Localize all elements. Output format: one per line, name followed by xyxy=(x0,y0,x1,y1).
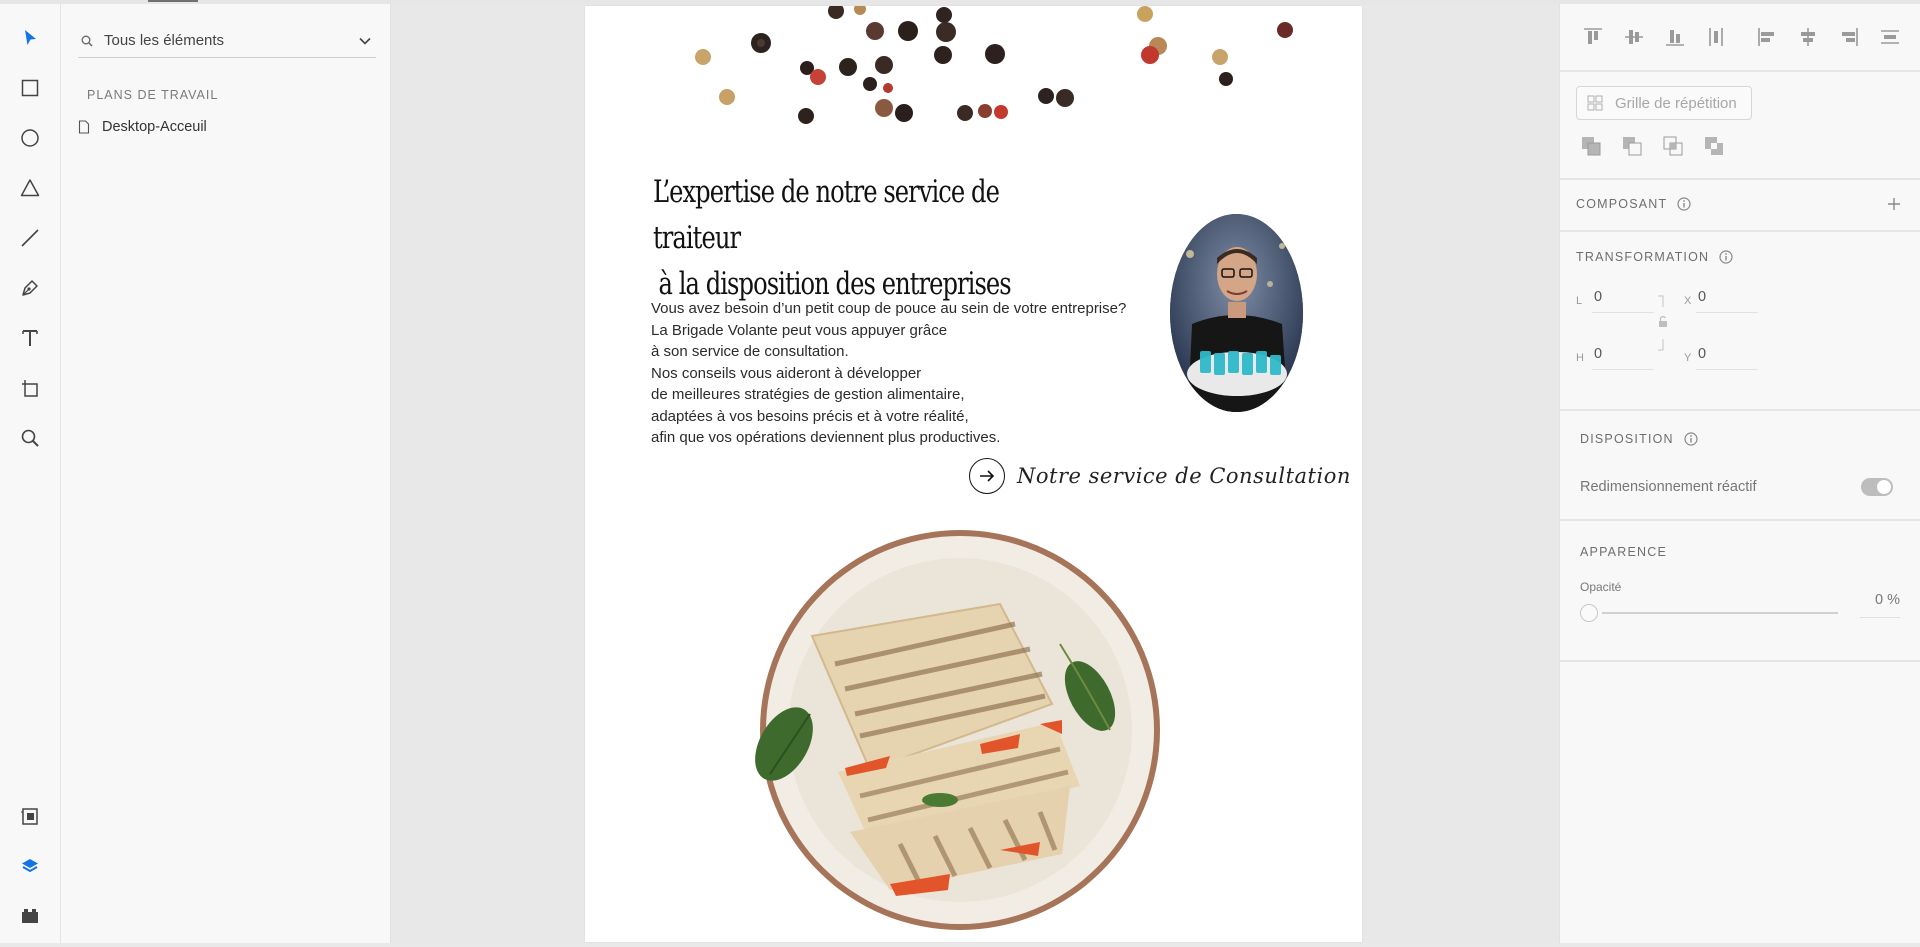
headline-line-1: L’expertise de notre service de traiteur xyxy=(653,174,1000,256)
add-component-icon[interactable] xyxy=(1886,196,1902,212)
boolean-ops-toolbar xyxy=(1580,135,1744,157)
search-icon xyxy=(80,34,94,48)
info-icon[interactable] xyxy=(1684,432,1698,446)
align-toolbar xyxy=(1582,26,1920,48)
boolean-subtract-icon[interactable] xyxy=(1621,135,1643,157)
body-line: adaptées à vos besoins précis et à votre… xyxy=(651,407,969,425)
divider xyxy=(1560,70,1920,72)
align-left-icon[interactable] xyxy=(1756,26,1778,48)
distribute-vertical-icon[interactable] xyxy=(1705,26,1727,48)
peppercorns-image xyxy=(695,6,1293,124)
consultation-link-label: Notre service de Consultation xyxy=(1017,464,1351,488)
height-field[interactable]: 0 xyxy=(1592,346,1654,370)
toggle-knob xyxy=(1877,480,1891,494)
lock-aspect-icon[interactable] xyxy=(1657,295,1669,351)
x-label: X xyxy=(1684,295,1692,307)
artboard-tool-icon[interactable] xyxy=(18,376,42,400)
polygon-tool-icon[interactable] xyxy=(18,176,42,200)
properties-panel: Grille de répétition COMPOSANT TRANSFORM… xyxy=(1559,4,1920,947)
opacity-field[interactable]: 0 % xyxy=(1860,592,1900,618)
component-section-title: COMPOSANT xyxy=(1576,197,1691,211)
align-center-icon[interactable] xyxy=(1797,26,1819,48)
align-bottom-icon[interactable] xyxy=(1664,26,1686,48)
waiter-portrait-image xyxy=(1170,214,1303,412)
component-title-text: COMPOSANT xyxy=(1576,197,1668,211)
boolean-add-icon[interactable] xyxy=(1580,135,1602,157)
info-icon[interactable] xyxy=(1719,250,1733,264)
align-right-icon[interactable] xyxy=(1838,26,1860,48)
body-line: Nos conseils vous aideront à développer xyxy=(651,364,922,382)
transform-title-text: TRANSFORMATION xyxy=(1576,250,1710,264)
body-line: de meilleures stratégies de gestion alim… xyxy=(651,386,965,403)
body-line: La Brigade Volante peut vous appuyer grâ… xyxy=(651,321,948,339)
divider xyxy=(1560,230,1920,232)
text-tool-icon[interactable] xyxy=(18,326,42,350)
responsive-resize-toggle[interactable] xyxy=(1861,478,1893,496)
design-canvas[interactable]: L’expertise de notre service de traiteur… xyxy=(391,4,1559,947)
consultation-link[interactable]: Notre service de Consultation xyxy=(969,458,1351,494)
layout-title-text: DISPOSITION xyxy=(1580,432,1674,446)
x-field[interactable]: 0 xyxy=(1696,289,1758,313)
artboard-list-item[interactable]: Desktop-Acceuil xyxy=(78,116,207,138)
align-middle-icon[interactable] xyxy=(1623,26,1645,48)
layout-section-title: DISPOSITION xyxy=(1580,432,1698,446)
transform-section-title: TRANSFORMATION xyxy=(1576,250,1733,264)
rectangle-tool-icon[interactable] xyxy=(18,76,42,100)
boolean-exclude-icon[interactable] xyxy=(1703,135,1725,157)
y-label: Y xyxy=(1684,352,1692,364)
layers-panel: Tous les éléments PLANS DE TRAVAIL Deskt… xyxy=(62,4,391,947)
divider xyxy=(1560,519,1920,521)
assets-icon[interactable] xyxy=(18,804,42,828)
section-title-artboards: PLANS DE TRAVAIL xyxy=(87,88,219,102)
divider xyxy=(1560,178,1920,180)
y-field[interactable]: 0 xyxy=(1696,346,1758,370)
select-tool-icon[interactable] xyxy=(18,26,42,50)
appearance-title-text: APPARENCE xyxy=(1580,545,1667,559)
repeat-grid-button[interactable]: Grille de répétition xyxy=(1576,86,1752,120)
chevron-down-icon[interactable] xyxy=(358,34,372,48)
headline: L’expertise de notre service de traiteur… xyxy=(653,169,1074,307)
layers-filter-dropdown[interactable]: Tous les éléments xyxy=(78,24,376,58)
distribute-horizontal-icon[interactable] xyxy=(1879,26,1901,48)
info-icon[interactable] xyxy=(1677,197,1691,211)
divider xyxy=(1560,409,1920,411)
opacity-slider-track[interactable] xyxy=(1602,612,1838,614)
width-field[interactable]: 0 xyxy=(1592,289,1654,313)
ellipse-tool-icon[interactable] xyxy=(18,126,42,150)
body-line: à son service de consultation. xyxy=(651,343,849,360)
width-label: L xyxy=(1576,295,1583,307)
active-tab-indicator xyxy=(148,0,198,2)
artboard-name: Desktop-Acceuil xyxy=(102,119,207,135)
pen-tool-icon[interactable] xyxy=(18,276,42,300)
bottom-strip xyxy=(0,943,1920,947)
arrow-right-circle-icon xyxy=(969,458,1005,494)
repeat-grid-label: Grille de répétition xyxy=(1615,94,1737,112)
boolean-intersect-icon[interactable] xyxy=(1662,135,1684,157)
grid-icon xyxy=(1587,95,1603,111)
height-label: H xyxy=(1576,352,1584,364)
align-top-icon[interactable] xyxy=(1582,26,1604,48)
line-tool-icon[interactable] xyxy=(18,226,42,250)
quesadilla-plate-image xyxy=(755,530,1160,930)
appearance-section-title: APPARENCE xyxy=(1580,545,1667,559)
body-paragraph: Vous avez besoin d’un petit coup de pouc… xyxy=(651,298,1126,449)
layers-filter-label: Tous les éléments xyxy=(104,32,225,49)
plugins-icon[interactable] xyxy=(18,904,42,928)
zoom-tool-icon[interactable] xyxy=(18,426,42,450)
body-line: Vous avez besoin d’un petit coup de pouc… xyxy=(651,300,1127,317)
divider xyxy=(1560,660,1920,662)
artboard-desktop-acceuil[interactable]: L’expertise de notre service de traiteur… xyxy=(585,6,1362,942)
artboard-icon xyxy=(78,120,90,134)
opacity-label: Opacité xyxy=(1580,580,1622,594)
body-line: afin que vos opérations deviennent plus … xyxy=(651,429,1001,446)
tool-rail xyxy=(0,4,61,947)
layers-icon[interactable] xyxy=(18,854,42,878)
opacity-slider-handle[interactable] xyxy=(1580,604,1598,622)
responsive-resize-label: Redimensionnement réactif xyxy=(1580,479,1757,495)
